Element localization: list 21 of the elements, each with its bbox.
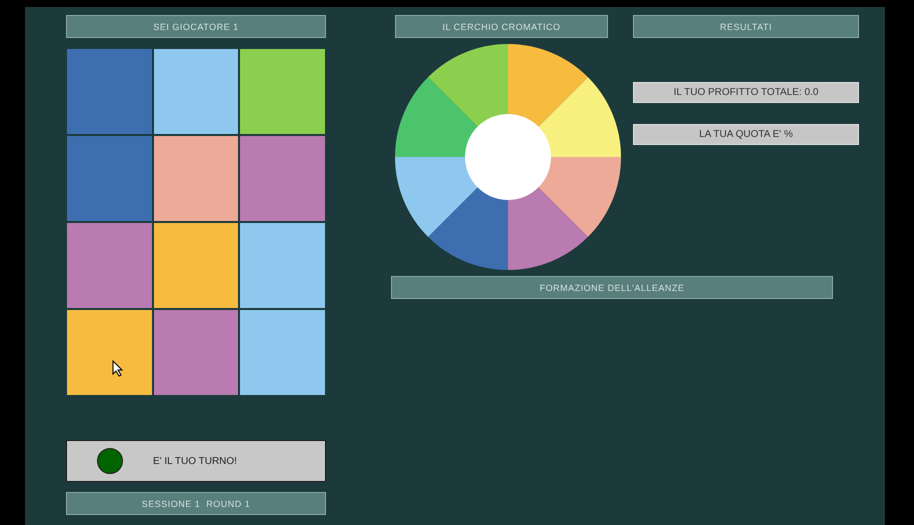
turn-text: E' IL TUO TURNO! xyxy=(153,456,237,466)
color-tile[interactable] xyxy=(239,309,326,396)
nav-button[interactable]: IL CERCHIO CROMATICO xyxy=(395,15,608,38)
color-tile[interactable] xyxy=(239,135,326,222)
color-tile[interactable] xyxy=(152,309,240,396)
info-label: LA TUA QUOTA E' % xyxy=(633,124,859,145)
color-tile[interactable] xyxy=(152,135,240,222)
info-label: IL TUO PROFITTO TOTALE: 0.0 xyxy=(633,82,859,103)
player-tab[interactable]: SEI GIOCATORE 1 xyxy=(66,15,326,38)
color-tile[interactable] xyxy=(66,135,153,222)
nav-button[interactable]: RESULTATI xyxy=(633,15,859,38)
color-tile[interactable] xyxy=(66,222,153,309)
color-tile[interactable] xyxy=(239,48,326,135)
color-tile[interactable] xyxy=(239,222,326,309)
alliance-button[interactable]: FORMAZIONE DELL'ALLEANZE xyxy=(391,276,833,299)
session-label: SESSIONE 1 ROUND 1 xyxy=(66,492,326,515)
color-tile[interactable] xyxy=(66,48,153,135)
color-tile[interactable] xyxy=(152,48,240,135)
color-tile[interactable] xyxy=(152,222,240,309)
mouse-cursor-icon xyxy=(112,360,124,377)
color-tile[interactable] xyxy=(66,309,153,396)
